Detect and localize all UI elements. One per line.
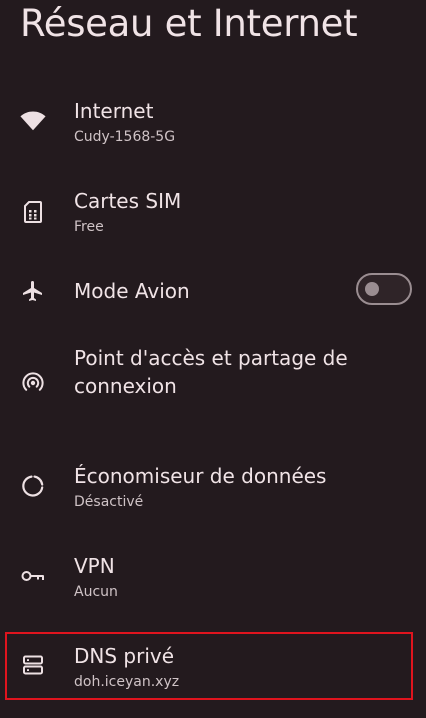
data-saver-icon (20, 473, 46, 499)
internet-subtitle: Cudy-1568-5G (74, 129, 176, 145)
setting-data-saver[interactable]: Économiseur de données Désactivé (0, 455, 426, 525)
sim-cards-title: Cartes SIM (74, 189, 182, 213)
toggle-knob (365, 282, 379, 296)
airplane-icon (20, 278, 46, 304)
data-saver-subtitle: Désactivé (74, 494, 144, 510)
airplane-mode-toggle[interactable] (356, 273, 412, 305)
data-saver-title: Économiseur de données (74, 464, 327, 488)
vpn-title: VPN (74, 554, 115, 578)
airplane-mode-title: Mode Avion (74, 279, 190, 303)
setting-sim-cards[interactable]: Cartes SIM Free (0, 180, 426, 250)
key-icon (20, 563, 46, 589)
setting-vpn[interactable]: VPN Aucun (0, 545, 426, 615)
internet-title: Internet (74, 99, 154, 123)
page-title: Réseau et Internet (20, 2, 358, 45)
wifi-icon (20, 108, 46, 134)
sim-cards-subtitle: Free (74, 219, 104, 235)
hotspot-icon (20, 370, 46, 396)
setting-internet[interactable]: Internet Cudy-1568-5G (0, 90, 426, 160)
vpn-subtitle: Aucun (74, 584, 118, 600)
setting-hotspot[interactable]: Point d'accès et partage de connexion (0, 340, 426, 430)
hotspot-title: Point d'accès et partage de connexion (74, 346, 348, 398)
setting-airplane-mode[interactable]: Mode Avion (0, 262, 426, 320)
sim-card-icon (20, 199, 46, 225)
highlight-box (5, 632, 413, 700)
